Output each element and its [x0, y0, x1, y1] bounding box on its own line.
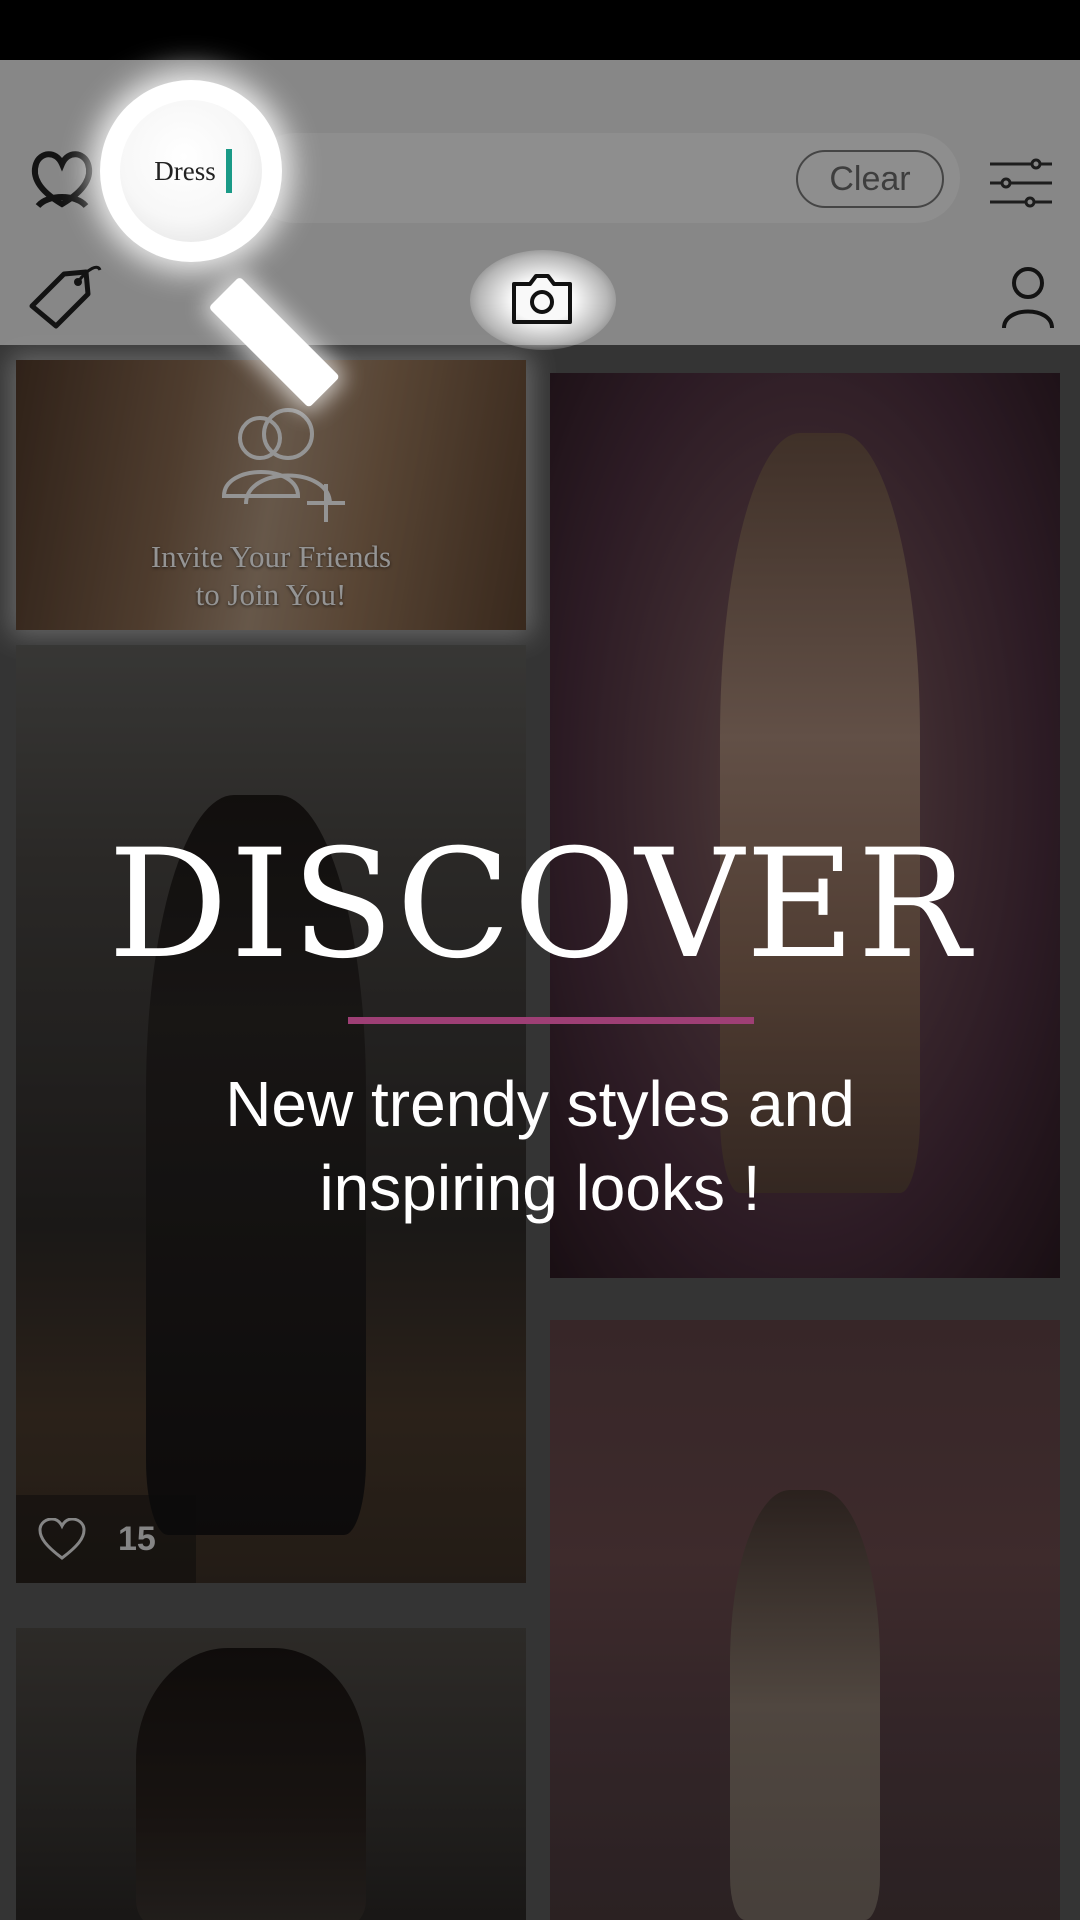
- discover-subtitle-line-1: New trendy styles and: [225, 1068, 855, 1140]
- discover-subtitle: New trendy styles and inspiring looks !: [0, 1062, 1080, 1230]
- magnified-search-input[interactable]: Dress: [120, 100, 262, 242]
- discover-subtitle-line-2: inspiring looks !: [319, 1152, 761, 1224]
- post-figure: [730, 1490, 880, 1920]
- invite-text: Invite Your Friends to Join You!: [16, 538, 526, 614]
- like-count: 15: [118, 1519, 156, 1558]
- discover-title: DISCOVER: [107, 818, 973, 992]
- invite-line-1: Invite Your Friends: [150, 539, 392, 574]
- feed-post-3[interactable]: [550, 1320, 1060, 1920]
- add-friends-icon: [221, 408, 345, 522]
- invite-line-2: to Join You!: [195, 577, 347, 612]
- invite-friends-card[interactable]: Invite Your Friends to Join You!: [16, 360, 526, 630]
- status-bar: [0, 0, 1080, 60]
- tag-icon[interactable]: [24, 258, 104, 336]
- app-logo-icon: [31, 151, 93, 209]
- filter-sliders-icon[interactable]: [990, 158, 1052, 208]
- search-input-value: Dress: [154, 155, 216, 186]
- text-cursor: [225, 149, 232, 193]
- feed-post-4[interactable]: [16, 1628, 526, 1920]
- post-figure: [136, 1648, 366, 1920]
- discover-divider: [348, 1017, 754, 1024]
- profile-icon[interactable]: [1002, 266, 1054, 330]
- heart-icon[interactable]: [38, 1518, 86, 1560]
- like-counter[interactable]: 15: [16, 1495, 196, 1583]
- camera-icon[interactable]: [510, 270, 574, 326]
- clear-search-button[interactable]: Clear: [796, 150, 944, 208]
